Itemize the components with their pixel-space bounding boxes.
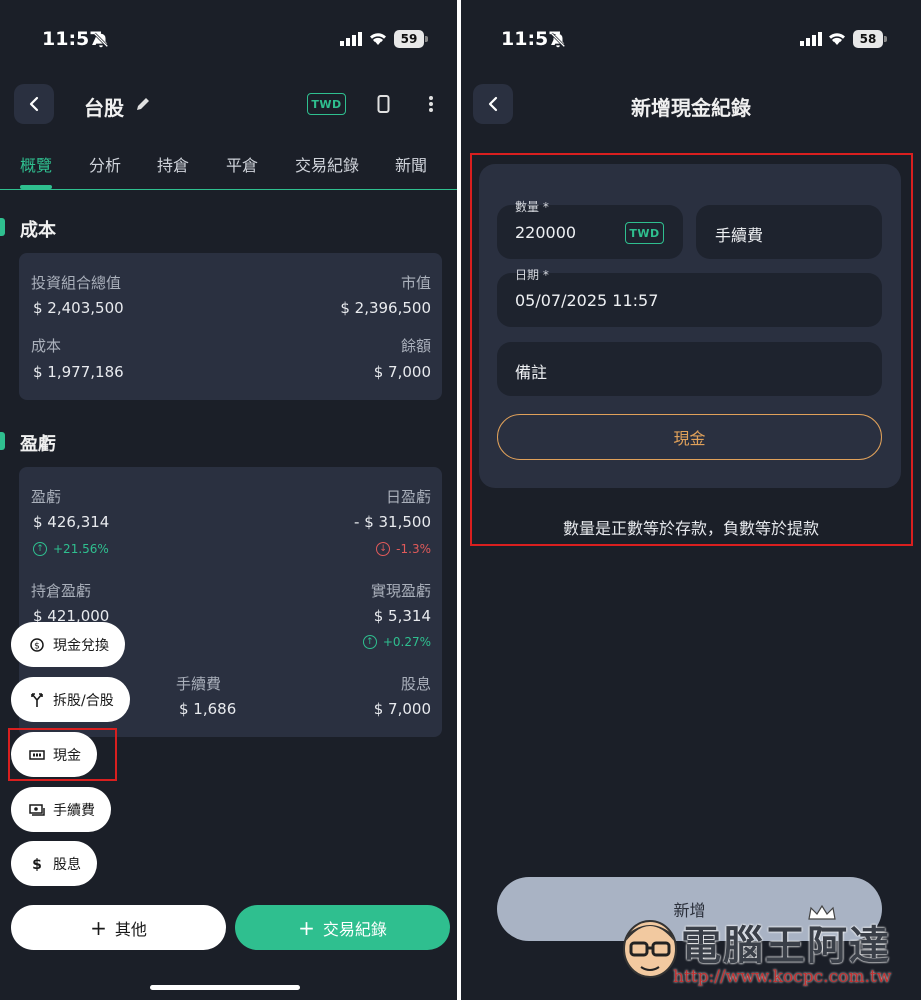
market-value-value: $ 2,396,500 [340,299,431,317]
realized-pnl-value: $ 5,314 [373,607,431,625]
fab-dividend[interactable]: $ 股息 [11,841,97,886]
section-accent [0,432,5,450]
fab-split-merge-label: 拆股/合股 [53,692,114,709]
dollar-icon: $ [32,857,42,872]
portfolio-title: 台股 [84,96,124,120]
status-bar: 11:57 59 [0,28,457,52]
svg-text:$: $ [34,641,40,651]
currency-badge[interactable]: TWD [307,93,346,115]
fee-value: $ 1,686 [179,700,237,718]
fee-label: 手續費 [176,675,222,693]
balance-label: 餘額 [400,337,431,355]
trade-record-button-label: 交易紀錄 [322,919,387,939]
status-bar: 11:57 58 [461,28,921,52]
active-tab-indicator [20,185,52,189]
cost-value: $ 1,977,186 [33,363,124,381]
tab-bar: 概覽 分析 持倉 平倉 交易紀錄 新聞 [0,150,457,190]
other-button[interactable]: + 其他 [11,905,226,950]
portfolio-screen: 11:57 59 台股 TWD 概覽 分析 持倉 平倉 交易紀錄 新聞 成本 投… [0,0,459,1000]
arrow-up-circle-icon: ↑ [362,635,377,649]
pnl-percent: ↑ +21.56% [33,542,109,556]
bell-muted-icon [550,32,566,48]
quantity-value: 220000 [515,223,577,242]
daily-pnl-value: - $ 31,500 [354,513,431,531]
add-cash-record-screen: 11:57 58 新增現金紀錄 數量 * 220000 TWD 手續費 日期 *… [461,0,921,1000]
fee-placeholder: 手續費 [715,226,764,245]
tab-transactions[interactable]: 交易紀錄 [295,152,359,176]
fab-currency-exchange-label: 現金兌換 [53,637,109,654]
holding-pnl-label: 持倉盈虧 [31,582,92,600]
signal-icon [340,32,362,46]
split-icon [31,692,43,707]
balance-value: $ 7,000 [373,363,431,381]
tab-overview[interactable]: 概覽 [20,152,52,176]
fab-fee-label: 手續費 [53,802,95,819]
signal-icon [800,32,822,46]
pnl-value: $ 426,314 [33,513,110,531]
battery-indicator: 58 [853,30,887,48]
tab-analysis[interactable]: 分析 [89,152,121,176]
fab-fee[interactable]: 手續費 [11,787,111,832]
more-vertical-icon[interactable] [428,95,434,113]
page-title: 新增現金紀錄 [631,96,751,120]
realized-pnl-percent: ↑ +0.27% [362,635,431,649]
money-bill-icon [29,803,45,816]
trade-record-button[interactable]: + 交易紀錄 [235,905,450,950]
cash-record-form: 數量 * 220000 TWD 手續費 日期 * 05/07/2025 11:5… [479,164,901,488]
realized-pnl-percent-text: +0.27% [382,635,431,649]
plus-icon: + [90,915,107,940]
watermark: 電腦王阿達 http://www.kocpc.com.tw [621,905,921,1000]
wifi-icon [370,33,386,45]
dividend-value: $ 7,000 [373,700,431,718]
back-button[interactable] [14,84,54,124]
market-value-label: 市值 [400,274,431,292]
daily-pnl-percent-text: -1.3% [396,542,431,556]
highlight-box [8,728,117,781]
note-placeholder: 備註 [515,363,548,382]
svg-text:$: $ [32,857,42,872]
other-button-label: 其他 [114,919,147,939]
note-field[interactable] [497,342,882,396]
hint-text: 數量是正數等於存款，負數等於提款 [562,519,819,538]
portfolio-total-label: 投資組合總值 [31,274,122,292]
battery-indicator: 59 [394,30,428,48]
portfolio-total-value: $ 2,403,500 [33,299,124,317]
fab-split-merge[interactable]: 拆股/合股 [11,677,130,722]
tab-holdings[interactable]: 持倉 [157,152,189,176]
pnl-percent-text: +21.56% [53,542,109,556]
cash-type-button[interactable]: 現金 [497,414,882,460]
plus-icon: + [298,915,315,940]
daily-pnl-percent: ↓ -1.3% [376,542,431,556]
date-label: 日期 * [515,268,549,282]
cost-section-title: 成本 [20,220,56,241]
wifi-icon [829,33,845,45]
arrow-up-circle-icon: ↑ [33,542,47,556]
home-indicator [150,985,300,990]
tab-closed[interactable]: 平倉 [226,152,258,176]
pnl-section-title: 盈虧 [20,434,56,455]
watermark-url: http://www.kocpc.com.tw [673,967,892,987]
section-accent [0,218,5,236]
mascot-logo [623,920,677,978]
watermark-title: 電腦王阿達 [681,923,891,969]
phone-device-icon[interactable] [377,95,390,113]
quantity-label: 數量 * [515,200,549,214]
tab-news[interactable]: 新聞 [395,152,427,176]
dividend-label: 股息 [400,675,431,693]
edit-pencil-icon[interactable] [135,96,151,112]
bell-muted-icon [93,32,109,48]
realized-pnl-label: 實現盈虧 [370,582,431,600]
arrow-down-circle-icon: ↓ [376,542,391,556]
exchange-icon: $ [30,637,44,652]
date-value: 05/07/2025 11:57 [515,291,659,310]
fab-currency-exchange[interactable]: $ 現金兌換 [11,622,125,667]
cost-card: 投資組合總值 $ 2,403,500 市值 $ 2,396,500 成本 $ 1… [19,253,442,400]
fab-dividend-label: 股息 [53,856,81,873]
cost-label: 成本 [31,337,62,355]
chevron-left-icon [29,96,39,112]
currency-badge[interactable]: TWD [625,222,664,244]
pnl-label: 盈虧 [31,488,62,506]
daily-pnl-label: 日盈虧 [385,488,431,506]
